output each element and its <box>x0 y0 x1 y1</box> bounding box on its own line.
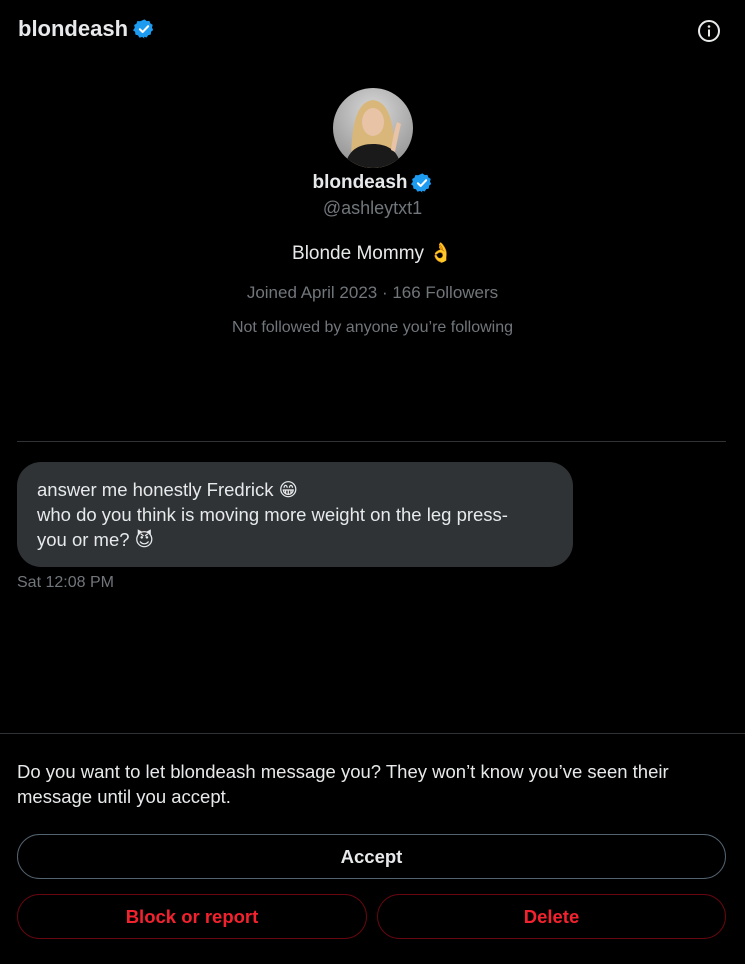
accept-button[interactable]: Accept <box>17 834 726 879</box>
conversation-title-text: blondeash <box>18 16 129 41</box>
message-line: you or me? 😈 <box>37 529 154 550</box>
divider <box>0 733 745 734</box>
message-timestamp: Sat 12:08 PM <box>17 574 114 591</box>
divider <box>17 441 726 442</box>
block-or-report-button[interactable]: Block or report <box>17 894 367 939</box>
verified-badge-icon <box>133 19 154 39</box>
message-line: who do you think is moving more weight o… <box>37 504 508 525</box>
profile-bio: Blonde Mommy 👌 <box>292 243 453 264</box>
profile-name: blondeash <box>0 172 745 194</box>
profile-name-text: blondeash <box>312 172 408 193</box>
verified-badge-icon <box>410 173 431 193</box>
follow-context-note: Not followed by anyone you’re following <box>231 319 514 336</box>
message-line: answer me honestly Fredrick 😁 <box>37 479 298 500</box>
profile-meta: Joined April 2023 · 166 Followers <box>246 283 499 302</box>
message-request-prompt: Do you want to let blondeash message you… <box>17 761 669 807</box>
message-bubble[interactable]: answer me honestly Fredrick 😁 who do you… <box>17 462 573 567</box>
delete-button[interactable]: Delete <box>377 894 726 939</box>
profile-handle[interactable]: @ashleytxt1 <box>0 198 745 219</box>
avatar[interactable] <box>332 88 413 168</box>
top-bar: blondeash <box>0 0 745 62</box>
profile-card: blondeash @ashleytxt1 Blonde Mommy 👌 Joi… <box>0 88 745 337</box>
info-circle-icon[interactable] <box>697 19 721 43</box>
conversation-title: blondeash <box>18 16 155 42</box>
